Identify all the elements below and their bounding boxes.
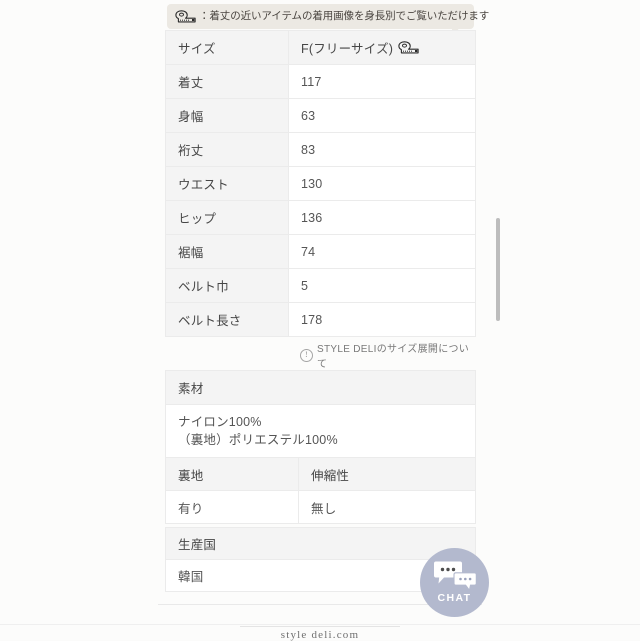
size-guide-link[interactable]: ! STYLE DELIのサイズ展開について xyxy=(300,340,475,370)
table-row: ヒップ 136 xyxy=(165,200,476,235)
table-row-material-subvalues: 有り 無し xyxy=(165,490,476,524)
size-row-label: ヒップ xyxy=(165,200,289,235)
table-row-country-header: 生産国 xyxy=(165,527,476,560)
height-image-tooltip[interactable]: ：着丈の近いアイテムの着用画像を身長別でご覧いただけます xyxy=(167,4,489,29)
scrollbar-track[interactable] xyxy=(632,0,640,640)
footer-divider xyxy=(240,626,400,627)
size-row-label: 裄丈 xyxy=(165,132,289,167)
size-row-label: 着丈 xyxy=(165,64,289,99)
country-header-label: 生産国 xyxy=(165,527,476,560)
size-row-label: 身幅 xyxy=(165,98,289,133)
size-row-value: 136 xyxy=(288,200,476,235)
size-row-label: ベルト長さ xyxy=(165,302,289,337)
size-guide-link-label: STYLE DELIのサイズ展開について xyxy=(317,344,470,370)
footer-logo: style deli.com xyxy=(280,629,360,641)
page-root: ：着丈の近いアイテムの着用画像を身長別でご覧いただけます サイズ F(フリーサイ… xyxy=(0,0,640,641)
size-header-label: サイズ xyxy=(165,30,289,65)
tooltip-text: ：着丈の近いアイテムの着用画像を身長別でご覧いただけます xyxy=(199,10,490,23)
size-row-label: ウエスト xyxy=(165,166,289,201)
size-row-label: 裾幅 xyxy=(165,234,289,269)
material-lining-value: 有り xyxy=(165,490,299,524)
table-row: 裄丈 83 xyxy=(165,132,476,167)
chat-button[interactable]: CHAT xyxy=(420,548,489,617)
table-row: 裾幅 74 xyxy=(165,234,476,269)
chat-button-label: CHAT xyxy=(437,592,472,604)
table-row-material-composition: ナイロン100% （裏地）ポリエステル100% xyxy=(165,404,476,458)
material-lining-header: 裏地 xyxy=(165,457,299,491)
size-header-value-cell: F(フリーサイズ) xyxy=(288,30,476,65)
table-row-size-header: サイズ F(フリーサイズ) xyxy=(165,30,476,65)
table-row-material-header: 素材 xyxy=(165,370,476,405)
material-composition-line-2: （裏地）ポリエステル100% xyxy=(178,433,338,447)
measuring-tape-icon xyxy=(398,41,419,54)
size-row-label: ベルト巾 xyxy=(165,268,289,303)
section-divider-lower xyxy=(0,624,640,625)
table-row: ウエスト 130 xyxy=(165,166,476,201)
material-stretch-header: 伸縮性 xyxy=(298,457,476,491)
size-row-value: 63 xyxy=(288,98,476,133)
material-composition-line-1: ナイロン100% xyxy=(178,414,262,429)
scrollbar-thumb[interactable] xyxy=(496,218,500,321)
material-stretch-value: 無し xyxy=(298,490,476,524)
table-row: 着丈 117 xyxy=(165,64,476,99)
size-row-value: 83 xyxy=(288,132,476,167)
size-header-value: F(フリーサイズ) xyxy=(301,42,394,56)
material-header-label: 素材 xyxy=(165,370,476,405)
size-row-value: 178 xyxy=(288,302,476,337)
size-row-value: 5 xyxy=(288,268,476,303)
chat-bubbles-icon xyxy=(432,561,478,592)
size-row-value: 117 xyxy=(288,64,476,99)
measuring-tape-icon xyxy=(175,10,196,23)
table-row: ベルト長さ 178 xyxy=(165,302,476,337)
size-row-value: 130 xyxy=(288,166,476,201)
size-row-value: 74 xyxy=(288,234,476,269)
table-row: ベルト巾 5 xyxy=(165,268,476,303)
table-row-material-subheader: 裏地 伸縮性 xyxy=(165,457,476,491)
material-table: 素材 ナイロン100% （裏地）ポリエステル100% 裏地 伸縮性 有り 無し xyxy=(165,370,476,524)
material-composition-cell: ナイロン100% （裏地）ポリエステル100% xyxy=(165,404,476,458)
info-icon: ! xyxy=(300,348,313,362)
table-row: 身幅 63 xyxy=(165,98,476,133)
size-table: サイズ F(フリーサイズ) 着丈 117 身幅 63 裄丈 83 ウエスト 13… xyxy=(165,30,476,337)
